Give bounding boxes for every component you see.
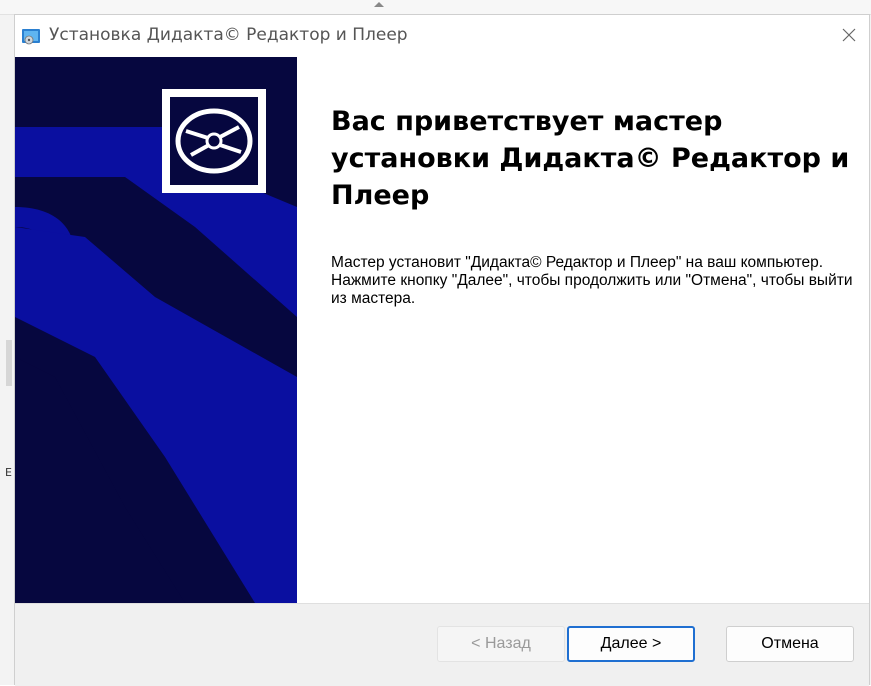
title-bar[interactable]: Установка Дидакта© Редактор и Плеер (15, 15, 869, 57)
welcome-heading: Вас приветствует мастер установки Дидакт… (331, 106, 850, 211)
wizard-footer: < Назад Далее > Отмена (15, 603, 869, 686)
installer-icon (22, 29, 40, 45)
wizard-banner (15, 57, 297, 603)
next-button[interactable]: Далее > (567, 626, 695, 662)
wizard-content: Вас приветствует мастер установки Дидакт… (297, 57, 869, 603)
cancel-button[interactable]: Отмена (726, 626, 854, 662)
background-scrollbar (6, 340, 12, 386)
background-window-edge (0, 0, 871, 15)
welcome-description: Мастер установит "Дидакта© Редактор и Пл… (331, 254, 853, 307)
close-icon (842, 28, 856, 42)
caret-up-icon (374, 2, 384, 7)
back-button[interactable]: < Назад (437, 626, 565, 662)
close-button[interactable] (829, 15, 869, 55)
installer-window: Установка Дидакта© Редактор и Плеер Вас … (14, 14, 870, 686)
banner-artwork (15, 57, 297, 603)
window-title: Установка Дидакта© Редактор и Плеер (49, 25, 408, 45)
background-text-fragment: Е (5, 466, 12, 479)
